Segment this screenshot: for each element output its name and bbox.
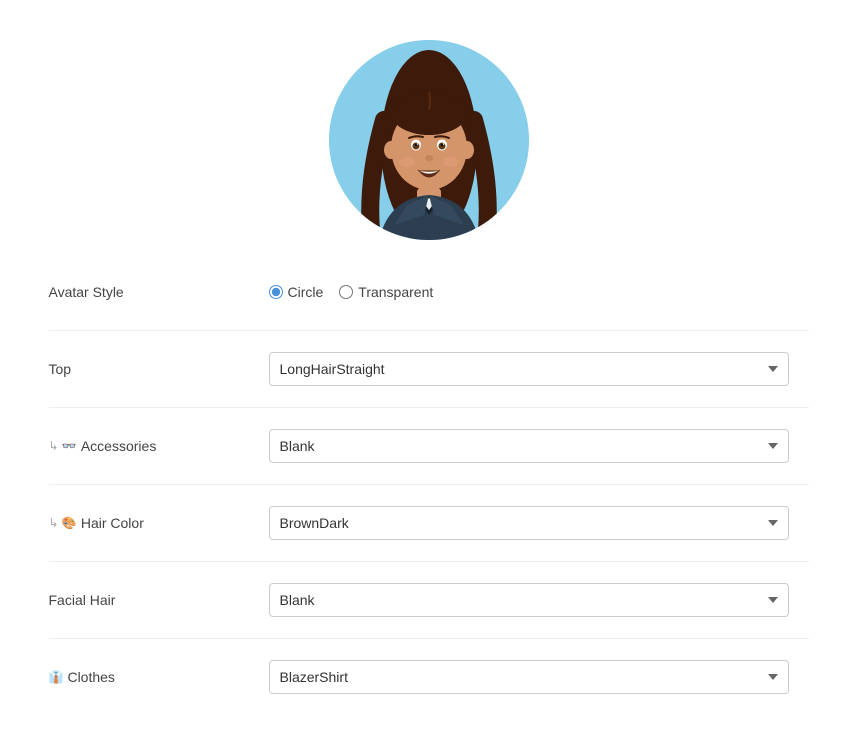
divider-2 [49, 407, 809, 408]
clothes-icon: 👔 [49, 670, 64, 684]
radio-circle-label: Circle [288, 284, 324, 300]
top-row: Top LongHairStraight LongHairCurly Short… [49, 347, 809, 391]
facial-hair-row: Facial Hair Blank BeardMedium BeardLight… [49, 578, 809, 622]
radio-circle-input[interactable] [269, 285, 283, 299]
avatar-style-controls: Circle Transparent [269, 284, 809, 300]
avatar-style-row: Avatar Style Circle Transparent [49, 270, 809, 314]
hair-color-control: BrownDark Auburn Black Blonde BlondeGold… [269, 506, 809, 540]
clothes-label: 👔 Clothes [49, 669, 269, 685]
hair-color-sub-icon: ↳ 🎨 [49, 516, 77, 530]
radio-transparent-input[interactable] [339, 285, 353, 299]
accessories-label: ↳ 👓 Accessories [49, 438, 269, 454]
radio-transparent[interactable]: Transparent [339, 284, 433, 300]
divider-1 [49, 330, 809, 331]
radio-transparent-label: Transparent [358, 284, 433, 300]
top-label: Top [49, 361, 269, 377]
hair-color-row: ↳ 🎨 Hair Color BrownDark Auburn Black Bl… [49, 501, 809, 545]
hair-color-select[interactable]: BrownDark Auburn Black Blonde BlondeGold… [269, 506, 789, 540]
accessories-control: Blank Kurt Prescription01 Prescription02… [269, 429, 809, 463]
top-control: LongHairStraight LongHairCurly ShortHair… [269, 352, 809, 386]
facial-hair-select[interactable]: Blank BeardMedium BeardLight BeardMajest… [269, 583, 789, 617]
avatar-style-label: Avatar Style [49, 284, 269, 300]
avatar-preview [329, 40, 529, 240]
clothes-select[interactable]: BlazerShirt BlazerSweater CollarSweater … [269, 660, 789, 694]
clothes-control: BlazerShirt BlazerSweater CollarSweater … [269, 660, 809, 694]
form-section: Avatar Style Circle Transparent [49, 270, 809, 715]
hair-color-label: ↳ 🎨 Hair Color [49, 515, 269, 531]
facial-hair-label: Facial Hair [49, 592, 269, 608]
radio-group-style: Circle Transparent [269, 284, 809, 300]
accessories-row: ↳ 👓 Accessories Blank Kurt Prescription0… [49, 424, 809, 468]
avatar-svg [329, 40, 529, 240]
page-container: Avatar Style Circle Transparent [0, 0, 857, 745]
accessories-select[interactable]: Blank Kurt Prescription01 Prescription02… [269, 429, 789, 463]
radio-circle[interactable]: Circle [269, 284, 324, 300]
divider-4 [49, 561, 809, 562]
top-select[interactable]: LongHairStraight LongHairCurly ShortHair… [269, 352, 789, 386]
divider-3 [49, 484, 809, 485]
accessories-sub-icon: ↳ 👓 [49, 439, 77, 453]
facial-hair-control: Blank BeardMedium BeardLight BeardMajest… [269, 583, 809, 617]
divider-5 [49, 638, 809, 639]
clothes-row: 👔 Clothes BlazerShirt BlazerSweater Coll… [49, 655, 809, 699]
